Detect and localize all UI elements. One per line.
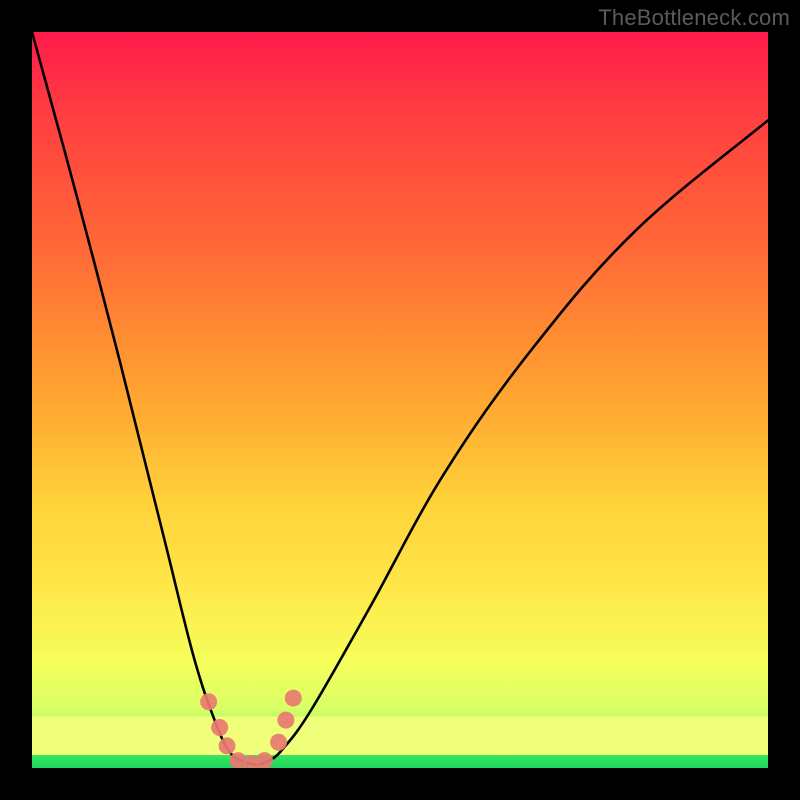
chart-frame: TheBottleneck.com: [0, 0, 800, 800]
curve-marker: [270, 734, 287, 751]
curve-svg: [32, 32, 768, 768]
curve-marker: [219, 737, 236, 754]
plot-area: [32, 32, 768, 768]
curve-marker: [211, 719, 228, 736]
marker-layer: [200, 690, 302, 768]
curve-marker: [285, 690, 302, 707]
curve-marker: [200, 693, 217, 710]
curve-marker: [256, 752, 273, 768]
curve-marker: [277, 712, 294, 729]
curve-layer: [32, 32, 768, 764]
bottleneck-curve: [32, 32, 768, 764]
watermark-text: TheBottleneck.com: [598, 5, 790, 31]
